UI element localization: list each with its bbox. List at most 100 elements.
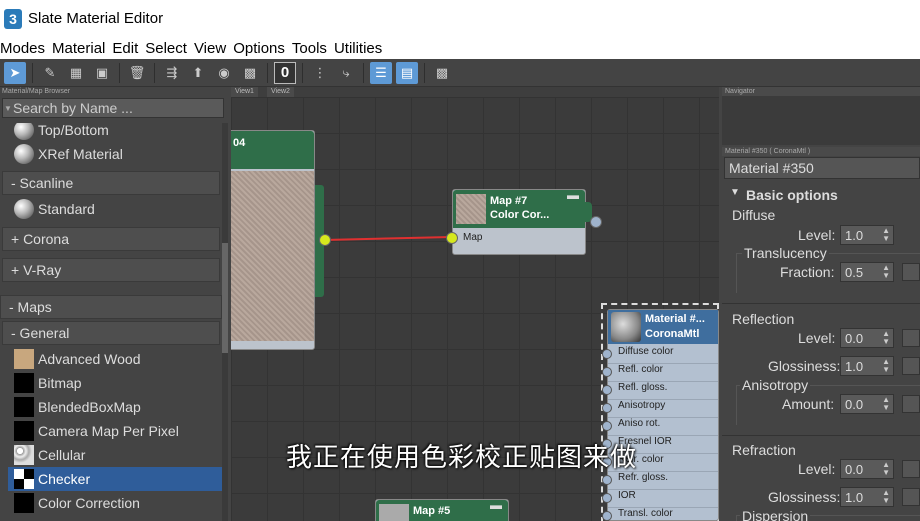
reflection-level-spinner[interactable]: 0.0 ▲ ▼: [840, 328, 894, 348]
category-scanline[interactable]: - Scanline: [2, 171, 220, 195]
refraction-glossiness-map-button[interactable]: [902, 488, 920, 506]
category-vray[interactable]: + V-Ray: [2, 258, 220, 282]
wood-swatch-icon: [14, 349, 34, 369]
list-item[interactable]: Cellular: [8, 443, 222, 467]
spinner-value: 1.0: [845, 227, 864, 243]
list-item[interactable]: Standard: [8, 197, 222, 221]
menu-tools[interactable]: Tools: [292, 40, 327, 57]
delete-button[interactable]: 🗑: [126, 62, 148, 84]
input-socket[interactable]: [602, 349, 612, 359]
input-socket[interactable]: [602, 367, 612, 377]
list-item[interactable]: XRef Material: [8, 142, 222, 166]
parameter-editor-toggle-button[interactable]: ▤: [396, 61, 418, 84]
rollout-collapse-icon[interactable]: ▼: [730, 187, 740, 198]
menu-edit[interactable]: Edit: [112, 40, 138, 57]
tab-view1[interactable]: View1: [231, 87, 258, 97]
spinner-arrows-icon[interactable]: ▲ ▼: [882, 358, 890, 374]
diffuse-level-spinner[interactable]: 1.0 ▲ ▼: [840, 225, 894, 245]
category-maps[interactable]: - Maps: [0, 295, 222, 319]
node-slot[interactable]: Refr. gloss.: [608, 472, 718, 490]
fraction-map-button[interactable]: [902, 263, 920, 281]
spinner-arrows-icon[interactable]: ▲ ▼: [882, 227, 890, 243]
menu-modes[interactable]: Modes: [0, 40, 45, 57]
scrollbar-thumb[interactable]: [222, 243, 228, 353]
spinner-arrows-icon[interactable]: ▲ ▼: [882, 330, 890, 346]
hide-unused-button[interactable]: ⬆: [187, 62, 209, 84]
tab-view2[interactable]: View2: [267, 87, 294, 97]
node-slot[interactable]: Refl. gloss.: [608, 382, 718, 400]
input-socket[interactable]: [602, 385, 612, 395]
input-socket[interactable]: [602, 493, 612, 503]
reflection-level-map-button[interactable]: [902, 329, 920, 347]
node-slot[interactable]: Aniso rot.: [608, 418, 718, 436]
put-to-scene-button[interactable]: ▦: [65, 62, 87, 84]
menu-material[interactable]: Material: [52, 40, 105, 57]
rollout-basic-options[interactable]: Basic options: [746, 187, 838, 203]
spinner-arrows-icon[interactable]: ▲ ▼: [882, 461, 890, 477]
menu-options[interactable]: Options: [233, 40, 285, 57]
menu-select[interactable]: Select: [145, 40, 187, 57]
input-socket[interactable]: [602, 511, 612, 521]
material-name-field[interactable]: Material #350: [724, 157, 920, 179]
spinner-arrows-icon[interactable]: ▲ ▼: [882, 489, 890, 505]
list-item-label: Checker: [38, 471, 91, 487]
node-material-04[interactable]: 04: [231, 130, 315, 350]
node-subtitle: Color Cor...: [490, 209, 550, 221]
node-slot[interactable]: Anisotropy: [608, 400, 718, 418]
node-preview-thumbnail: [231, 171, 314, 341]
show-map-button[interactable]: ◉: [213, 62, 235, 84]
search-input[interactable]: ▼ Search by Name ...: [2, 98, 224, 118]
node-slot[interactable]: Refl. color: [608, 364, 718, 382]
list-item-selected[interactable]: Checker: [8, 467, 222, 491]
spinner-arrows-icon[interactable]: ▲ ▼: [882, 264, 890, 280]
input-socket[interactable]: [602, 403, 612, 413]
assign-material-button[interactable]: ▣: [91, 62, 113, 84]
anisotropy-label: Anisotropy: [740, 377, 811, 393]
list-item[interactable]: Color Correction: [8, 491, 222, 515]
minimize-icon[interactable]: ▬: [490, 498, 502, 512]
layout-vertical-button[interactable]: ⋮: [309, 62, 331, 84]
list-item[interactable]: Camera Map Per Pixel: [8, 419, 222, 443]
aniso-amount-map-button[interactable]: [902, 395, 920, 413]
list-item[interactable]: BlendedBoxMap: [8, 395, 222, 419]
output-socket[interactable]: [319, 234, 331, 246]
list-item[interactable]: Bitmap: [8, 371, 222, 395]
node-slot[interactable]: Diffuse color: [608, 346, 718, 364]
list-item[interactable]: Advanced Wood: [8, 347, 222, 371]
input-socket[interactable]: [446, 232, 458, 244]
move-children-button[interactable]: ⇶: [161, 62, 183, 84]
spinner-arrows-icon[interactable]: ▲ ▼: [882, 396, 890, 412]
reflection-glossiness-map-button[interactable]: [902, 357, 920, 375]
list-item[interactable]: Top/Bottom: [8, 123, 222, 142]
node-slot[interactable]: Transl. color: [608, 508, 718, 521]
search-options-icon[interactable]: ▼: [3, 104, 13, 113]
browser-toggle-button[interactable]: ☰: [370, 61, 392, 84]
select-by-material-button[interactable]: ▩: [431, 62, 453, 84]
select-tool-button[interactable]: ➤: [4, 61, 26, 84]
node-slot[interactable]: IOR: [608, 490, 718, 508]
output-socket[interactable]: [590, 216, 602, 228]
menu-utilities[interactable]: Utilities: [334, 40, 382, 57]
input-socket[interactable]: [602, 421, 612, 431]
number-box-button[interactable]: 0: [274, 61, 296, 84]
aniso-amount-spinner[interactable]: 0.0 ▲ ▼: [840, 394, 894, 414]
refraction-glossiness-spinner[interactable]: 1.0 ▲ ▼: [840, 487, 894, 507]
background-button[interactable]: ▩: [239, 62, 261, 84]
spinner-value: 1.0: [845, 358, 864, 374]
category-general[interactable]: - General: [2, 321, 220, 345]
node-corona-material[interactable]: Material #... CoronaMtl Diffuse color Re…: [607, 309, 719, 521]
spinner-value: 0.5: [845, 264, 864, 280]
category-corona[interactable]: + Corona: [2, 227, 220, 251]
minimize-icon[interactable]: ▬: [567, 188, 579, 202]
node-map-5[interactable]: Map #5 ▬: [375, 498, 509, 521]
menu-view[interactable]: View: [194, 40, 226, 57]
node-map-7[interactable]: Map #7 Color Cor... ▬ Map: [452, 188, 586, 255]
refraction-level-map-button[interactable]: [902, 460, 920, 478]
layout-children-button[interactable]: ⤷: [335, 62, 357, 84]
fraction-spinner[interactable]: 0.5 ▲ ▼: [840, 262, 894, 282]
reflection-glossiness-spinner[interactable]: 1.0 ▲ ▼: [840, 356, 894, 376]
input-socket[interactable]: [602, 475, 612, 485]
eyedropper-button[interactable]: ✎: [39, 62, 61, 84]
browser-scrollbar[interactable]: [222, 123, 228, 521]
refraction-level-spinner[interactable]: 0.0 ▲ ▼: [840, 459, 894, 479]
